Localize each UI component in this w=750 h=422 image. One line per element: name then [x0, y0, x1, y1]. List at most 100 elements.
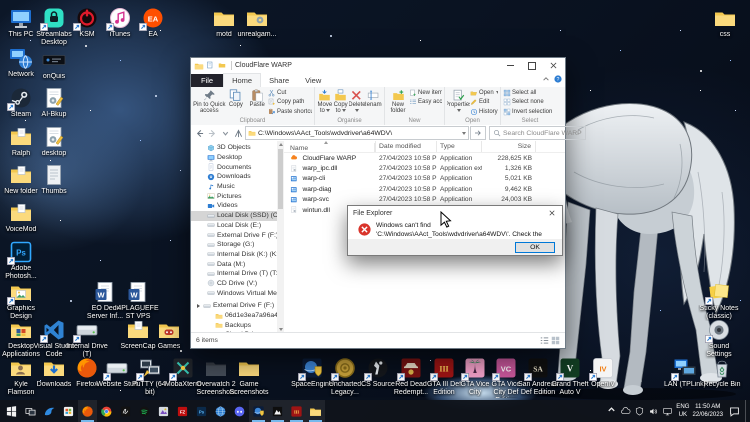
minimize-button[interactable]	[499, 58, 521, 73]
invert-selection-button[interactable]: Invert selection	[503, 107, 557, 117]
column-size[interactable]: Size	[482, 141, 536, 152]
tab-view[interactable]: View	[297, 74, 329, 87]
search-box[interactable]: Search CloudFlare WARP	[489, 126, 586, 140]
desktop-icon-onquis[interactable]: onQuis	[37, 48, 71, 81]
back-button[interactable]	[193, 127, 205, 139]
tray-shield-icon[interactable]	[634, 406, 645, 417]
nav-item-cd-drive-v[interactable]: CD Drive (V:)	[191, 279, 277, 289]
desktop-icon-grand-theft-auto-v[interactable]: VGrand Theft Auto V	[553, 356, 587, 397]
nav-item-documents[interactable]: Documents	[191, 162, 277, 172]
new-folder-button[interactable]: New folder	[387, 88, 409, 117]
copy-to-button[interactable]: Copy to	[333, 88, 349, 117]
nav-item-downloads[interactable]: Downloads	[191, 172, 277, 182]
open-button[interactable]: Open	[470, 88, 498, 98]
nav-scrollbar[interactable]	[277, 141, 284, 333]
desktop-icon-streamlabs-desktop[interactable]: Streamlabs Desktop	[37, 6, 71, 47]
scroll-down-icon[interactable]	[279, 328, 283, 331]
select-none-button[interactable]: Select none	[503, 98, 557, 108]
desktop-icon-unrealgam[interactable]: unrealgam...	[240, 6, 274, 39]
copy-path-button[interactable]: Copy path	[268, 98, 312, 108]
file-row-warp-diag[interactable]: warp-diag27/04/2023 10:58 PMApplication9…	[284, 184, 565, 194]
taskbar-spotify-button[interactable]	[135, 400, 154, 422]
show-desktop-button[interactable]	[745, 400, 749, 422]
tab-share[interactable]: Share	[261, 74, 297, 87]
taskbar-gta3-button[interactable]: III	[287, 400, 306, 422]
desktop-icon-4plaguefest-vps[interactable]: W4PLAGUEFEST VPS	[121, 280, 155, 321]
rename-button[interactable]: Rename	[365, 88, 382, 117]
taskbar-firefox-button[interactable]	[78, 400, 97, 422]
close-button[interactable]	[543, 58, 565, 73]
nav-item-local-disk-e[interactable]: Local Disk (E:)	[191, 221, 277, 231]
desktop-icon-ea[interactable]: EAEA	[136, 6, 170, 39]
taskbar-globe-button[interactable]	[211, 400, 230, 422]
taskbar-capture-button[interactable]	[154, 400, 173, 422]
clock[interactable]: 11:50 AM 22/06/2023	[693, 403, 724, 419]
taskbar-spaceengine-button[interactable]	[249, 400, 268, 422]
nav-item-local-disk-ssd-c[interactable]: Local Disk (SSD) (C:)	[191, 211, 277, 221]
pin-to-quick-access-button[interactable]: Pin to Quick access	[193, 88, 226, 117]
cut-button[interactable]: Cut	[268, 88, 312, 98]
desktop-icon-desktop[interactable]: desktop	[37, 125, 71, 158]
file-row-warp-svc[interactable]: warp-svc27/04/2023 10:58 PMApplication24…	[284, 195, 565, 205]
address-dropdown-icon[interactable]	[462, 132, 466, 135]
desktop-icon-openiv[interactable]: IVOpenIV	[586, 356, 620, 389]
column-type[interactable]: Type	[437, 141, 482, 152]
desktop-icon-game-screenshots[interactable]: Game Screenshots	[232, 356, 266, 397]
desktop-icon-sound-settings[interactable]: Sound Settings	[702, 318, 736, 359]
taskbar-chrome-button[interactable]	[97, 400, 116, 422]
desktop-icon-games[interactable]: Games	[152, 318, 186, 351]
desktop-icon-css[interactable]: css	[708, 6, 742, 39]
language-indicator[interactable]: ENG UK	[676, 403, 689, 419]
copy-button[interactable]: Copy	[226, 88, 247, 117]
collapse-ribbon-icon[interactable]	[542, 75, 550, 83]
address-path[interactable]: C:\Windows\AAct_Tools\wdvdriver\a64WDV\	[258, 130, 460, 137]
nav-item-desktop[interactable]: Desktop	[191, 153, 277, 163]
dialog-close-button[interactable]	[543, 208, 561, 219]
desktop-icon-recycle-bin[interactable]: Recycle Bin	[705, 356, 739, 389]
nav-item-external-drive-f-f[interactable]: External Drive F (F:)	[191, 301, 277, 311]
desktop-icon-uncharted-legacy[interactable]: Uncharted Legacy...	[328, 356, 362, 397]
taskbar-explorer-button[interactable]	[306, 400, 325, 422]
address-bar[interactable]: C:\Windows\AAct_Tools\wdvdriver\a64WDV\	[245, 126, 469, 140]
go-to-button[interactable]	[470, 126, 486, 140]
help-icon[interactable]: ?	[554, 75, 562, 83]
nav-item-internal-disk-k-k[interactable]: Internal Disk (K:) (K:)	[191, 250, 277, 260]
paste-shortcut-button[interactable]: Paste shortcut	[268, 107, 312, 117]
move-to-button[interactable]: Move to	[317, 88, 333, 117]
column-name[interactable]: Name	[284, 141, 376, 152]
tray-lan-icon[interactable]	[662, 406, 673, 417]
quick-access-toolbar[interactable]	[206, 61, 228, 71]
file-row-warp-cli[interactable]: warp-cli27/04/2023 10:58 PMApplication5,…	[284, 174, 565, 184]
taskbar-store-button[interactable]	[59, 400, 78, 422]
nav-item-backups[interactable]: Backups	[191, 320, 277, 330]
desktop-icon-ai-bkup[interactable]: AI-Bkup	[37, 86, 71, 119]
taskbar-mountain-button[interactable]	[268, 400, 287, 422]
title-bar[interactable]: CloudFlare WARP	[191, 58, 565, 73]
recent-locations-button[interactable]	[219, 127, 231, 139]
tab-file[interactable]: File	[191, 74, 223, 87]
properties-button[interactable]: Properties	[447, 88, 470, 117]
tray-cloud-icon[interactable]	[620, 406, 631, 417]
desktop-icon-voicemod[interactable]: VoiceMod	[4, 201, 38, 234]
nav-item-internal-drive-t-t[interactable]: Internal Drive (T) (T:)	[191, 269, 277, 279]
nav-item-windows-virtual-memory[interactable]: Windows Virtual Memory (	[191, 288, 277, 298]
tray-chevron-up-icon[interactable]	[606, 402, 617, 420]
select-all-button[interactable]: Select all	[503, 88, 557, 98]
nav-item-data-m[interactable]: Data (M:)	[191, 259, 277, 269]
qat-new-folder-icon[interactable]	[218, 61, 226, 69]
maximize-button[interactable]	[521, 58, 543, 73]
nav-item-06d1e3ea7a96a4d8c8652fe[interactable]: 06d1e3ea7a96a4d8c8652fe...	[191, 311, 277, 321]
taskbar-discord-button[interactable]	[230, 400, 249, 422]
tray-speaker-icon[interactable]	[648, 406, 659, 417]
desktop-icon-putty-64-bit[interactable]: PuTTY (64-bit)	[133, 356, 167, 397]
file-row-warp-ipc-dll[interactable]: warp_ipc.dll27/04/2023 10:58 PMApplicati…	[284, 163, 565, 173]
forward-button[interactable]	[206, 127, 218, 139]
delete-button[interactable]: Delete	[349, 88, 366, 117]
desktop-icon-sticky-notes-classic[interactable]: Sticky Notes (classic)	[702, 280, 736, 321]
action-center-button[interactable]	[726, 406, 742, 417]
desktop-icon-kyle-flamson[interactable]: Kyle Flamson	[4, 356, 38, 397]
taskbar-mail-button[interactable]	[40, 400, 59, 422]
easy-access-button[interactable]: Easy access	[409, 98, 442, 108]
nav-item-storage-g[interactable]: Storage (G:)	[191, 240, 277, 250]
desktop-icon-thumbs[interactable]: Thumbs	[37, 163, 71, 196]
